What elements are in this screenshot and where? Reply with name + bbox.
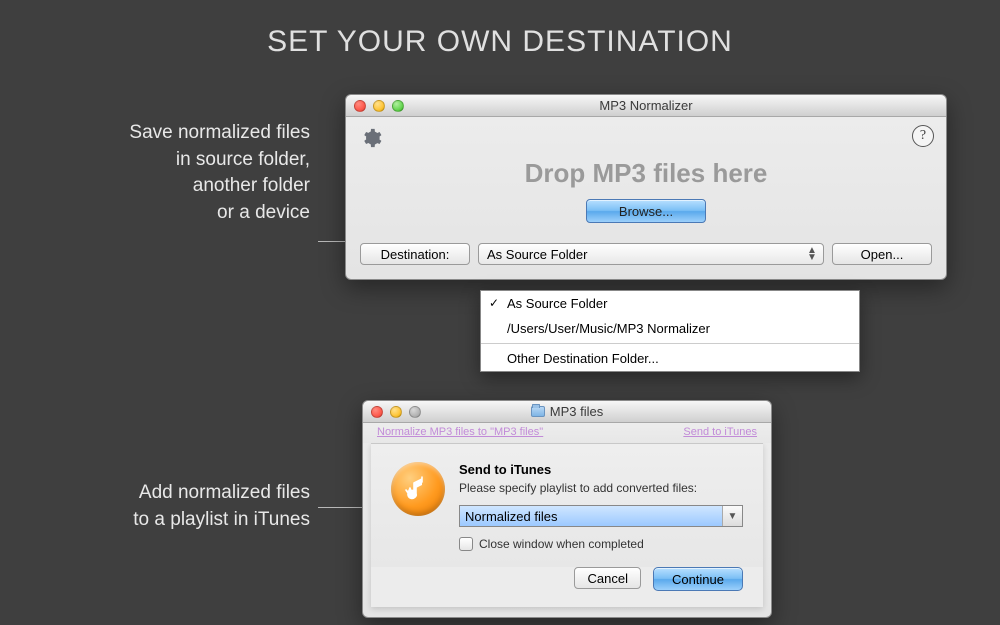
cancel-button[interactable]: Cancel — [574, 567, 640, 589]
playlist-combo[interactable]: Normalized files ▼ — [459, 505, 743, 527]
caption-destination: Save normalized files in source folder, … — [20, 120, 310, 226]
destination-row: Destination: As Source Folder ▲▼ Open... — [360, 243, 932, 265]
window-title: MP3 files — [363, 404, 771, 419]
main-window: MP3 Normalizer ? Drop MP3 files here Bro… — [345, 94, 947, 280]
playlist-value: Normalized files — [460, 506, 722, 526]
gear-icon[interactable] — [360, 136, 382, 153]
sheet-heading: Send to iTunes — [459, 462, 743, 477]
window-body: ? Drop MP3 files here Browse... Destinat… — [346, 117, 946, 279]
continue-button[interactable]: Continue — [653, 567, 743, 591]
sheet-window: MP3 files Normalize MP3 files to "MP3 fi… — [362, 400, 772, 618]
help-icon[interactable]: ? — [912, 125, 934, 147]
chevron-down-icon: ▼ — [722, 506, 742, 526]
window-title: MP3 Normalizer — [346, 98, 946, 113]
caption-line: another folder — [20, 173, 310, 200]
sheet-buttons: Cancel Continue — [371, 567, 763, 607]
checkbox-label: Close window when completed — [479, 537, 644, 551]
app-icon — [391, 462, 445, 516]
close-when-done-row[interactable]: Close window when completed — [459, 537, 743, 551]
sheet-backdrop: Normalize MP3 files to "MP3 files" Send … — [363, 423, 771, 443]
dropdown-item-path[interactable]: /Users/User/Music/MP3 Normalizer — [481, 316, 859, 341]
sheet-subheading: Please specify playlist to add converted… — [459, 481, 743, 495]
checkbox[interactable] — [459, 537, 473, 551]
destination-selected-value: As Source Folder — [487, 247, 587, 262]
caption-line: or a device — [20, 200, 310, 227]
dropdown-item-source[interactable]: ✓ As Source Folder — [481, 291, 859, 316]
sheet-content: Send to iTunes Please specify playlist t… — [459, 462, 743, 551]
check-icon: ✓ — [489, 296, 499, 310]
drop-zone-label: Drop MP3 files here — [360, 158, 932, 189]
destination-label-button[interactable]: Destination: — [360, 243, 470, 265]
backdrop-link-left: Normalize MP3 files to "MP3 files" — [377, 426, 543, 438]
dropdown-separator — [481, 343, 859, 344]
window-title-text: MP3 files — [550, 404, 603, 419]
caption-itunes: Add normalized files to a playlist in iT… — [20, 480, 310, 533]
destination-select[interactable]: As Source Folder ▲▼ — [478, 243, 824, 265]
sheet-panel: Send to iTunes Please specify playlist t… — [371, 443, 763, 607]
dropdown-item-label: As Source Folder — [507, 296, 607, 311]
dropdown-item-label: Other Destination Folder... — [507, 351, 659, 366]
page-title: SET YOUR OWN DESTINATION — [0, 25, 1000, 59]
browse-button[interactable]: Browse... — [586, 199, 706, 223]
caption-line: to a playlist in iTunes — [20, 507, 310, 534]
callout-line — [318, 507, 364, 508]
destination-dropdown: ✓ As Source Folder /Users/User/Music/MP3… — [480, 290, 860, 372]
titlebar: MP3 files — [363, 401, 771, 423]
caption-line: Add normalized files — [20, 480, 310, 507]
sheet-body: Send to iTunes Please specify playlist t… — [371, 444, 763, 567]
caption-line: in source folder, — [20, 147, 310, 174]
folder-icon — [531, 406, 545, 417]
titlebar: MP3 Normalizer — [346, 95, 946, 117]
dropdown-item-label: /Users/User/Music/MP3 Normalizer — [507, 321, 710, 336]
caption-line: Save normalized files — [20, 120, 310, 147]
chevron-updown-icon: ▲▼ — [807, 247, 817, 261]
dropdown-item-other[interactable]: Other Destination Folder... — [481, 346, 859, 371]
backdrop-link-right: Send to iTunes — [683, 426, 757, 438]
open-button[interactable]: Open... — [832, 243, 932, 265]
